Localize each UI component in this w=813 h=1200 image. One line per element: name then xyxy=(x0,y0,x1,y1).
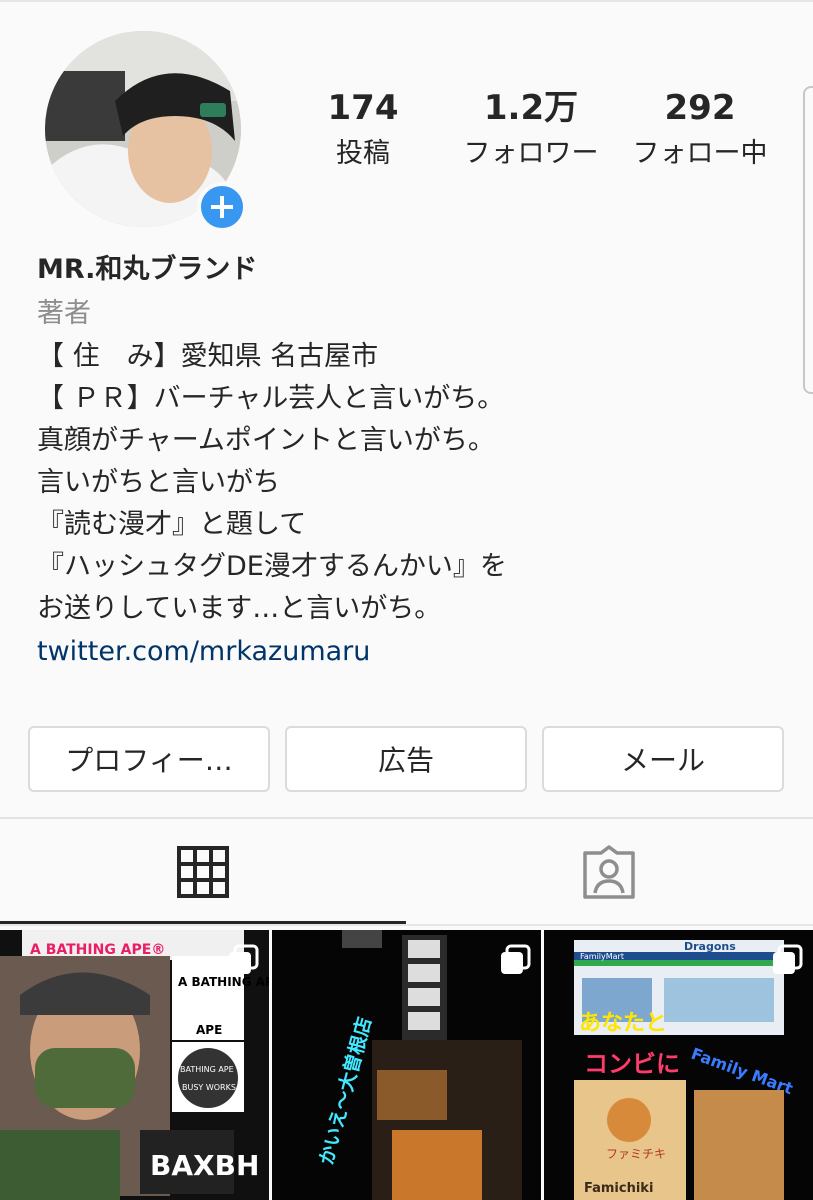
post-thumbnail[interactable]: FamilyMart Dragons あなたと コンビに Family Mart… xyxy=(544,930,813,1200)
ads-button[interactable]: 広告 xyxy=(285,726,527,792)
post-text: APE xyxy=(196,1023,222,1037)
profile-category: 著者 xyxy=(37,298,91,329)
profile-bio: 【 住 み】愛知県 名古屋市 【 ＰＲ】バーチャル芸人と言いがち。 真顔がチャー… xyxy=(37,336,507,630)
post-text: BUSY WORKS xyxy=(182,1083,236,1092)
posts-count-value: 174 xyxy=(327,88,399,128)
post-text: Dragons xyxy=(684,940,736,953)
post-text: A BATHING APE® xyxy=(30,942,165,958)
multiple-photos-icon xyxy=(773,944,803,974)
following-count-label: フォロー中 xyxy=(632,138,768,169)
tab-tagged[interactable] xyxy=(406,819,812,925)
edit-profile-button[interactable]: プロフィー… xyxy=(28,726,270,792)
post-text: BATHING APE xyxy=(180,1065,234,1074)
tabs-divider-bottom xyxy=(0,924,813,926)
posts-count-label: 投稿 xyxy=(336,138,390,169)
followers-count-label: フォロワー xyxy=(463,138,599,169)
post-text: コンビに xyxy=(584,1050,680,1078)
post-thumbnail[interactable]: かいえ〜大曽根店 xyxy=(272,930,541,1200)
followers-count-value: 1.2万 xyxy=(483,88,579,128)
tab-grid[interactable] xyxy=(0,819,406,925)
post-text: Famichiki xyxy=(584,1181,653,1196)
add-story-button[interactable] xyxy=(197,182,247,232)
email-button[interactable]: メール xyxy=(542,726,784,792)
post-text: BAXBH xyxy=(150,1149,259,1182)
post-text: ファミチキ xyxy=(606,1147,666,1161)
bio-line: 真顔がチャームポイントと言いがち。 xyxy=(37,425,495,456)
bio-line: 言いがちと言いがち xyxy=(37,467,280,498)
bio-line: 『ハッシュタグDE漫才するんかい』を xyxy=(37,551,507,582)
post-text: あなたと xyxy=(579,1011,667,1036)
profile-website-link[interactable]: twitter.com/mrkazumaru xyxy=(37,631,370,673)
profile-name: MR.和丸ブランド xyxy=(37,254,258,285)
posts-count[interactable]: 174 投稿 xyxy=(318,86,408,174)
post-text: A BATHING APE xyxy=(178,975,269,989)
grid-icon xyxy=(177,846,229,898)
post-text: FamilyMart xyxy=(580,952,624,961)
side-scroll-indicator xyxy=(803,86,813,394)
top-divider xyxy=(0,0,813,2)
bio-line: 『読む漫才』と題して xyxy=(37,509,307,540)
following-count-value: 292 xyxy=(664,88,736,128)
multiple-photos-icon xyxy=(501,944,531,974)
post-thumbnail[interactable]: A BATHING APE® A BATHING APE APE BAXBH B… xyxy=(0,930,269,1200)
plus-icon xyxy=(211,196,233,218)
following-count[interactable]: 292 フォロー中 xyxy=(622,86,778,174)
bio-line: 【 ＰＲ】バーチャル芸人と言いがち。 xyxy=(37,383,505,414)
tagged-person-icon xyxy=(583,845,635,899)
bio-line: お送りしています…と言いがち。 xyxy=(37,593,442,624)
followers-count[interactable]: 1.2万 フォロワー xyxy=(450,86,612,174)
bio-line: 【 住 み】愛知県 名古屋市 xyxy=(37,341,379,372)
multiple-photos-icon xyxy=(229,944,259,974)
